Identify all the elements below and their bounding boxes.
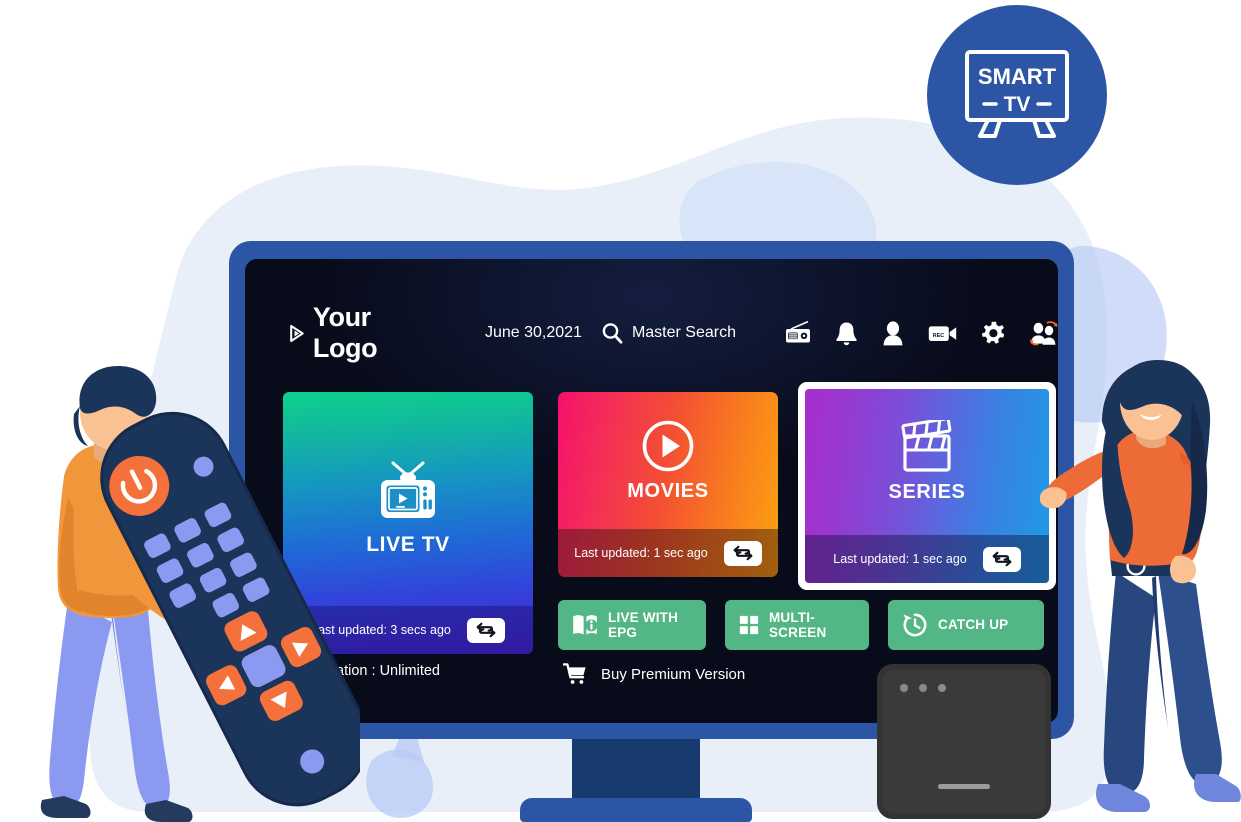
illustration-canvas: Your Logo June 30,2021 Master Search REC… xyxy=(0,0,1241,822)
tile-series-title: SERIES xyxy=(888,481,966,503)
set-top-box xyxy=(877,664,1051,819)
tile-series[interactable]: SERIES Last updated: 1 sec ago xyxy=(805,389,1049,583)
live-with-epg-button[interactable]: LIVE WITH EPG xyxy=(558,600,706,650)
clapperboard-icon xyxy=(901,420,952,472)
clock-rewind-icon xyxy=(903,613,927,637)
multi-screen-label: MULTI-SCREEN xyxy=(768,609,827,640)
shopping-cart-icon xyxy=(563,663,586,684)
grid-squares-icon xyxy=(739,615,759,635)
smart-tv-line2: TV xyxy=(1004,93,1031,116)
catch-up-button[interactable]: CATCH UP xyxy=(888,600,1044,650)
buy-premium-label: Buy Premium Version xyxy=(601,665,746,683)
tile-live-tv-title: LIVE TV xyxy=(366,532,450,556)
tile-series-selection-frame: SERIES Last updated: 1 sec ago xyxy=(798,382,1056,590)
tile-series-body: SERIES xyxy=(805,389,1049,535)
master-search[interactable]: Master Search xyxy=(601,322,736,344)
set-top-box-indicator-lights xyxy=(900,684,946,692)
tile-movies-footer: Last updated: 1 sec ago xyxy=(558,529,778,577)
tile-live-tv-refresh-button[interactable] xyxy=(466,617,505,643)
multi-screen-button[interactable]: MULTI-SCREEN xyxy=(725,600,869,650)
rec-camera-icon[interactable]: REC xyxy=(928,323,957,344)
play-circle-icon xyxy=(642,420,694,471)
app-logo[interactable]: Your Logo xyxy=(290,302,391,364)
refresh-swap-icon xyxy=(992,551,1012,567)
bell-icon[interactable] xyxy=(835,321,858,346)
tile-movies[interactable]: MOVIES Last updated: 1 sec ago xyxy=(558,392,778,577)
tile-series-refresh-button[interactable] xyxy=(982,546,1021,572)
smart-tv-badge: SMART TV xyxy=(927,5,1107,185)
monitor-stand-base xyxy=(520,798,752,822)
svg-text:REC: REC xyxy=(933,332,944,338)
radio-icon[interactable] xyxy=(785,321,811,345)
tile-movies-updated: Last updated: 1 sec ago xyxy=(574,546,708,560)
refresh-swap-icon xyxy=(476,622,496,638)
app-header: Your Logo June 30,2021 Master Search REC xyxy=(245,302,1058,364)
tile-movies-refresh-button[interactable] xyxy=(723,540,762,566)
tv-screen: Your Logo June 30,2021 Master Search REC… xyxy=(245,259,1058,723)
user-icon[interactable] xyxy=(882,320,904,346)
indicator-dot xyxy=(938,684,946,692)
logo-text: Your Logo xyxy=(312,302,378,363)
live-with-epg-label: LIVE WITH EPG xyxy=(608,609,679,640)
tile-movies-title: MOVIES xyxy=(627,479,709,502)
tile-series-footer: Last updated: 1 sec ago xyxy=(805,535,1049,583)
header-date: June 30,2021 xyxy=(484,324,582,341)
search-label: Master Search xyxy=(631,324,736,341)
monitor-stand-neck xyxy=(572,739,700,802)
smart-tv-line1: SMART xyxy=(978,64,1057,89)
switch-user-icon[interactable] xyxy=(1030,320,1058,346)
catch-up-label: CATCH UP xyxy=(938,617,1009,633)
tile-series-updated: Last updated: 1 sec ago xyxy=(833,552,967,566)
header-icon-row: REC xyxy=(785,320,1058,346)
tile-movies-body: MOVIES xyxy=(558,392,778,529)
buy-premium-version-button[interactable]: Buy Premium Version xyxy=(563,663,745,685)
man-holding-remote xyxy=(40,366,360,822)
woman-presenting xyxy=(1040,360,1241,812)
search-icon xyxy=(602,323,623,344)
gear-icon[interactable] xyxy=(981,321,1006,346)
indicator-dot xyxy=(900,684,908,692)
epg-book-icon xyxy=(573,615,598,635)
retro-tv-icon xyxy=(381,461,435,518)
quick-action-row: LIVE WITH EPG MULTI-SCREEN CATCH UP xyxy=(558,600,1044,650)
set-top-box-slot xyxy=(938,784,990,789)
indicator-dot xyxy=(919,684,927,692)
refresh-swap-icon xyxy=(733,545,753,561)
play-triangle-icon xyxy=(290,324,304,342)
tv-outline-icon: SMART TV xyxy=(965,50,1069,138)
